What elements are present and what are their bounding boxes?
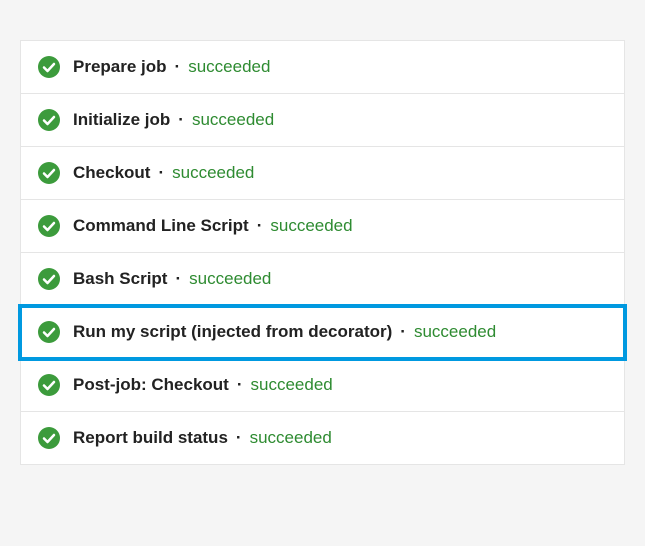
separator: · xyxy=(400,322,406,342)
step-label: Bash Script xyxy=(73,269,167,289)
success-check-icon xyxy=(37,214,61,238)
step-row[interactable]: Initialize job · succeeded xyxy=(20,94,625,147)
separator: · xyxy=(175,57,181,77)
success-check-icon xyxy=(37,55,61,79)
separator: · xyxy=(237,375,243,395)
step-row[interactable]: Post-job: Checkout · succeeded xyxy=(20,359,625,412)
status-text: succeeded xyxy=(188,57,270,77)
step-row[interactable]: Checkout · succeeded xyxy=(20,147,625,200)
separator: · xyxy=(175,269,181,289)
separator: · xyxy=(236,428,242,448)
step-text: Report build status · succeeded xyxy=(73,428,332,448)
success-check-icon xyxy=(37,373,61,397)
step-text: Command Line Script · succeeded xyxy=(73,216,353,236)
status-text: succeeded xyxy=(251,375,333,395)
step-label: Report build status xyxy=(73,428,228,448)
separator: · xyxy=(257,216,263,236)
step-row[interactable]: Bash Script · succeeded xyxy=(20,253,625,306)
step-text: Bash Script · succeeded xyxy=(73,269,271,289)
success-check-icon xyxy=(37,161,61,185)
status-text: succeeded xyxy=(189,269,271,289)
step-text: Prepare job · succeeded xyxy=(73,57,270,77)
step-label: Checkout xyxy=(73,163,150,183)
step-label: Initialize job xyxy=(73,110,170,130)
status-text: succeeded xyxy=(250,428,332,448)
separator: · xyxy=(158,163,164,183)
status-text: succeeded xyxy=(192,110,274,130)
step-row-highlighted[interactable]: Run my script (injected from decorator) … xyxy=(20,306,625,359)
step-text: Run my script (injected from decorator) … xyxy=(73,322,496,342)
success-check-icon xyxy=(37,320,61,344)
success-check-icon xyxy=(37,267,61,291)
step-text: Checkout · succeeded xyxy=(73,163,254,183)
step-text: Post-job: Checkout · succeeded xyxy=(73,375,333,395)
step-label: Post-job: Checkout xyxy=(73,375,229,395)
step-label: Prepare job xyxy=(73,57,167,77)
step-text: Initialize job · succeeded xyxy=(73,110,274,130)
separator: · xyxy=(178,110,184,130)
success-check-icon xyxy=(37,108,61,132)
step-row[interactable]: Report build status · succeeded xyxy=(20,412,625,465)
step-row[interactable]: Prepare job · succeeded xyxy=(20,40,625,94)
step-label: Command Line Script xyxy=(73,216,249,236)
status-text: succeeded xyxy=(172,163,254,183)
pipeline-steps-list: Prepare job · succeeded Initialize job ·… xyxy=(20,40,625,465)
status-text: succeeded xyxy=(414,322,496,342)
step-row[interactable]: Command Line Script · succeeded xyxy=(20,200,625,253)
success-check-icon xyxy=(37,426,61,450)
status-text: succeeded xyxy=(270,216,352,236)
step-label: Run my script (injected from decorator) xyxy=(73,322,392,342)
